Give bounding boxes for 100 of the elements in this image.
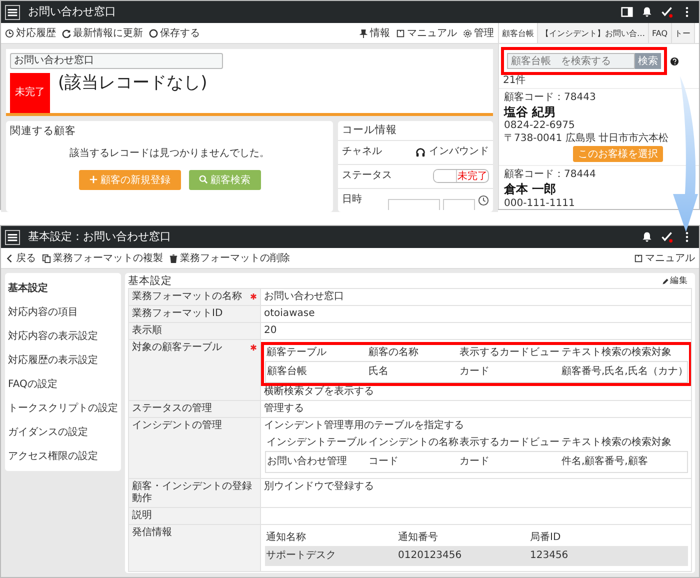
customer-name: 倉本 一郎: [504, 182, 556, 197]
panel-tab[interactable]: 顧客台帳: [499, 23, 538, 43]
customer-code: 顧客コード：78443: [504, 92, 596, 104]
sidebar-item[interactable]: FAQの設定: [5, 372, 121, 396]
table-cell: お問い合わせ管理: [266, 451, 368, 472]
status-toggle[interactable]: 未完了: [433, 169, 489, 184]
name-field[interactable]: お問い合わせ窓口: [10, 53, 223, 69]
plus-icon: [88, 175, 98, 184]
check-icon[interactable]: [661, 6, 673, 18]
row-label: 業務フォーマットの名称: [132, 290, 242, 303]
field-label: チャネル: [342, 146, 382, 158]
row-value: otoiawase: [264, 308, 316, 320]
column-header: インシデントの名称: [368, 434, 458, 452]
column-header: テキスト検索の検索対象: [560, 434, 688, 452]
check-icon[interactable]: [661, 231, 673, 243]
edit-link[interactable]: 編集: [662, 276, 688, 286]
clock-icon: [5, 28, 14, 38]
channel-value: インバウンド: [429, 146, 489, 158]
date-field[interactable]: [388, 198, 440, 210]
panel-tab[interactable]: FAQ: [649, 23, 672, 43]
panel-tab[interactable]: 【インシデント】お問い合…: [538, 23, 649, 43]
menu-icon[interactable]: [5, 230, 20, 244]
table-cell: 氏名: [368, 361, 458, 382]
sidebar-item[interactable]: 対応内容の表示設定: [5, 324, 121, 348]
card-title: コール情報: [341, 123, 398, 138]
table-cell: サポートデスク: [265, 546, 397, 566]
toolbar-button[interactable]: 最新情報に更新: [62, 26, 143, 40]
gear-icon: [463, 28, 472, 38]
toolbar-button[interactable]: 情報: [359, 26, 390, 40]
pin-icon: [359, 28, 368, 38]
row-value: 横断検索タブを表示する: [264, 386, 375, 398]
row-label: ステータスの管理: [132, 402, 212, 415]
section-title: 基本設定: [128, 275, 172, 288]
column-header: 通知名称: [265, 530, 307, 545]
toolbar-button[interactable]: 業務フォーマットの複製: [42, 251, 163, 265]
column-header: 表示するカードビュー: [458, 434, 560, 452]
copy-icon: [42, 254, 51, 262]
panel-icon[interactable]: [621, 6, 633, 18]
toolbar-button[interactable]: マニュアル: [396, 26, 457, 40]
table-cell: 0120123456: [397, 546, 529, 566]
chevron-left-icon: [5, 254, 14, 262]
row-value: 20: [264, 324, 278, 337]
menu-icon[interactable]: [5, 4, 20, 20]
customer-code: 顧客コード：78444: [504, 169, 596, 182]
window-title: お問い合わせ窓口: [28, 5, 116, 19]
book-icon: [634, 254, 643, 262]
sidebar-item[interactable]: アクセス権限の設定: [5, 444, 121, 468]
row-value: お問い合わせ窓口: [264, 290, 345, 303]
row-value: インシデント管理専用のテーブルを指定する: [264, 420, 465, 432]
help-icon[interactable]: [670, 56, 679, 66]
column-header: テキスト検索の検索対象: [560, 344, 688, 362]
search-field[interactable]: 顧客台帳 を検索する: [507, 53, 635, 69]
sidebar-item[interactable]: 基本設定: [5, 276, 121, 300]
table-cell: 顧客番号,氏名,氏名（カナ）: [560, 361, 688, 382]
customer-phone: 000-111-1111: [504, 198, 575, 209]
sidebar-item[interactable]: 対応履歴の表示設定: [5, 348, 121, 372]
panel-tab[interactable]: トー: [672, 23, 694, 43]
toolbar-button[interactable]: マニュアル: [634, 251, 695, 265]
row-value: 管理する: [264, 402, 305, 415]
result-count: 21件: [502, 75, 527, 88]
toolbar-button[interactable]: 保存する: [149, 26, 200, 40]
toolbar-button[interactable]: 対応履歴: [5, 26, 56, 40]
toolbar-button[interactable]: 業務フォーマットの削除: [169, 251, 290, 265]
row-label: 対象の顧客テーブル: [132, 342, 222, 354]
headset-icon: [415, 146, 426, 158]
table-cell: コード: [368, 451, 458, 472]
table-cell: 件名,顧客番号,顧客: [560, 451, 688, 472]
sidebar-item[interactable]: トークスクリプトの設定: [5, 396, 121, 420]
customer-address: 〒738-0041 広島県 廿日市市六本松: [504, 133, 669, 146]
sidebar-item[interactable]: ガイダンスの設定: [5, 420, 121, 444]
table-cell: 123456: [529, 546, 688, 566]
book-icon: [396, 28, 405, 38]
toolbar-button[interactable]: 管理: [463, 26, 494, 40]
column-header: 顧客テーブル: [266, 344, 368, 362]
customer-name: 塩谷 紀男: [504, 105, 556, 120]
column-header: 表示するカードビュー: [458, 344, 560, 362]
row-value: 別ウインドウで登録する: [264, 480, 375, 493]
column-header: 顧客の名称: [368, 344, 458, 362]
bell-icon[interactable]: [641, 231, 653, 243]
table-cell: 顧客台帳: [266, 361, 368, 382]
row-label: 業務フォーマットID: [132, 308, 223, 320]
column-header: 通知番号: [397, 530, 439, 545]
empty-message: 該当するレコードは見つかりませんでした。: [68, 148, 270, 160]
row-label: 発信情報: [132, 526, 172, 539]
status-badge: 未完了: [10, 73, 50, 113]
record-title: (該当レコードなし): [58, 73, 208, 95]
field-label: ステータス: [342, 170, 392, 182]
table-cell: カード: [458, 451, 560, 472]
toolbar-button[interactable]: 戻る: [5, 251, 36, 265]
search-icon: [198, 175, 208, 184]
time-field[interactable]: [443, 198, 475, 210]
sidebar-item[interactable]: 対応内容の項目: [5, 300, 121, 324]
bell-icon[interactable]: [641, 6, 653, 18]
refresh-icon: [62, 28, 71, 38]
trash-icon: [169, 254, 178, 262]
circle-icon: [149, 28, 158, 38]
card-title: 関連する顧客: [10, 125, 77, 138]
customer-phone: 0824-22-6975: [504, 120, 575, 132]
clock-icon[interactable]: [478, 194, 489, 206]
row-label: 顧客・インシデントの登録動作: [132, 480, 253, 505]
